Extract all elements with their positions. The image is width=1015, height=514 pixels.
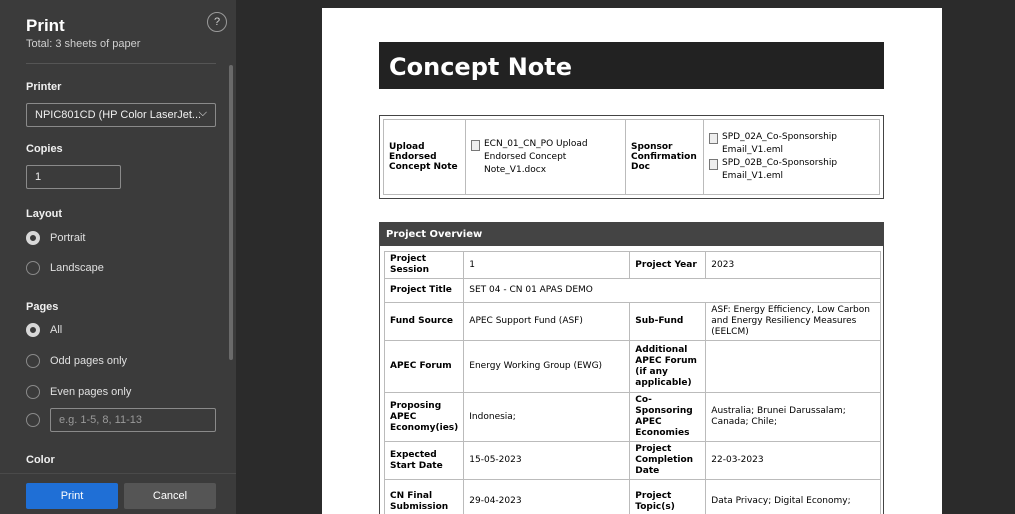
radio-selected-icon — [26, 231, 40, 245]
cancel-button[interactable]: Cancel — [124, 483, 216, 509]
file-icon — [471, 139, 480, 151]
table-row: Proposing APEC Economy(ies) Indonesia; Co… — [383, 392, 881, 442]
copies-input[interactable]: 1 — [26, 165, 121, 189]
pages-odd-radio[interactable]: Odd pages only — [26, 354, 127, 368]
copies-label: Copies — [26, 143, 63, 155]
chevron-down-icon: ⌵ — [198, 107, 207, 119]
radio-label: Landscape — [50, 262, 104, 274]
sheet-count: Total: 3 sheets of paper — [26, 38, 141, 50]
printer-select[interactable]: NPIC801CD (HP Color LaserJet... ⌵ — [26, 103, 216, 127]
pages-label: Pages — [26, 301, 59, 313]
table-row: Project Title SET 04 - CN 01 APAS DEMO — [383, 278, 881, 303]
radio-icon — [26, 385, 40, 399]
radio-label: Even pages only — [50, 386, 132, 398]
dialog-title: Print — [26, 16, 65, 35]
table-row: Expected Start Date 15-05-2023 Project Co… — [383, 441, 881, 480]
upload-label: Upload Endorsed Concept Note — [383, 119, 466, 195]
attachment-link[interactable]: SPD_02B_Co-Sponsorship Email_V1.eml — [709, 157, 874, 183]
table-row: Fund Source APEC Support Fund (ASF) Sub-F… — [383, 302, 881, 341]
upload-file-cell: ECN_01_CN_PO Upload Endorsed Concept Not… — [465, 119, 626, 195]
preview-page: Concept Note Upload Endorsed Concept Not… — [322, 8, 942, 514]
printer-value: NPIC801CD (HP Color LaserJet... — [35, 109, 202, 121]
attachment-link[interactable]: ECN_01_CN_PO Upload Endorsed Concept Not… — [471, 138, 620, 177]
attachment-link[interactable]: SPD_02A_Co-Sponsorship Email_V1.eml — [709, 131, 874, 157]
settings-scrollbar[interactable] — [229, 65, 233, 360]
layout-landscape-radio[interactable]: Landscape — [26, 261, 104, 275]
file-icon — [709, 159, 718, 170]
radio-label: Portrait — [50, 232, 86, 244]
table-row: CN Final Submission 29-04-2023 Project To… — [383, 479, 881, 514]
layout-label: Layout — [26, 208, 63, 220]
sponsor-files-cell: SPD_02A_Co-Sponsorship Email_V1.eml SPD_… — [703, 119, 880, 195]
help-icon[interactable]: ? — [207, 12, 227, 32]
radio-label: Odd pages only — [50, 355, 128, 367]
table-row: APEC Forum Energy Working Group (EWG) Add… — [383, 340, 881, 393]
print-settings-panel: Print Total: 3 sheets of paper ? Printer… — [0, 0, 236, 514]
file-icon — [709, 133, 718, 144]
print-button[interactable]: Print — [26, 483, 118, 509]
pages-all-radio[interactable]: All — [26, 323, 62, 337]
pages-custom-radio[interactable] — [26, 413, 50, 427]
page-range-input[interactable]: e.g. 1-5, 8, 11-13 — [50, 408, 216, 432]
radio-label: All — [50, 324, 63, 336]
radio-icon — [26, 413, 40, 427]
table-row: Project Session 1 Project Year 2023 — [383, 251, 881, 279]
divider — [26, 63, 216, 64]
print-dialog: Print Total: 3 sheets of paper ? Printer… — [0, 0, 1015, 514]
radio-selected-icon — [26, 323, 40, 337]
sponsor-label: Sponsor Confirmation Doc — [625, 119, 704, 195]
color-label: Color — [26, 454, 55, 466]
project-overview-section: Project Overview Project Session 1 Projec… — [379, 222, 884, 514]
attachments-section: Upload Endorsed Concept Note ECN_01_CN_P… — [379, 115, 884, 199]
radio-icon — [26, 354, 40, 368]
layout-portrait-radio[interactable]: Portrait — [26, 231, 85, 245]
pages-even-radio[interactable]: Even pages only — [26, 385, 131, 399]
document-title: Concept Note — [379, 42, 884, 89]
overview-table: Project Session 1 Project Year 2023 Projec… — [383, 251, 881, 514]
section-heading: Project Overview — [380, 223, 883, 246]
radio-icon — [26, 261, 40, 275]
printer-label: Printer — [26, 81, 62, 93]
